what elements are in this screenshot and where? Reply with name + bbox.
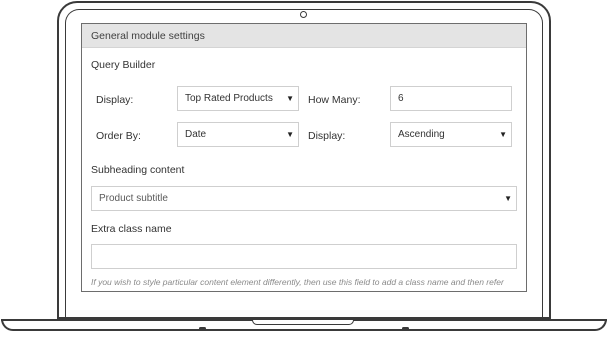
query-builder-title: Query Builder xyxy=(91,59,156,71)
order-display-select-value: Ascending xyxy=(398,129,445,140)
how-many-label: How Many: xyxy=(308,94,361,106)
how-many-value: 6 xyxy=(398,93,404,104)
laptop-notch xyxy=(252,320,354,325)
order-by-select-value: Date xyxy=(185,129,207,140)
laptop-foot-right xyxy=(402,327,409,330)
laptop-foot-left xyxy=(199,327,206,330)
how-many-input[interactable]: 6 xyxy=(390,86,512,111)
chevron-down-icon: ▼ xyxy=(286,94,294,103)
chevron-down-icon: ▼ xyxy=(504,194,512,203)
order-display-label: Display: xyxy=(308,130,346,142)
extra-class-title: Extra class name xyxy=(91,223,172,235)
display-select-value: Top Rated Products xyxy=(185,93,273,104)
subheading-title: Subheading content xyxy=(91,164,185,176)
display-select[interactable]: Top Rated Products ▼ xyxy=(177,86,299,111)
camera-icon xyxy=(300,11,307,18)
subheading-select[interactable]: Product subtitle ▼ xyxy=(91,186,517,211)
order-by-label: Order By: xyxy=(96,130,141,142)
subheading-select-value: Product subtitle xyxy=(99,193,168,204)
chevron-down-icon: ▼ xyxy=(286,130,294,139)
extra-class-input[interactable] xyxy=(91,244,517,269)
display-label: Display: xyxy=(96,94,134,106)
chevron-down-icon: ▼ xyxy=(499,130,507,139)
order-display-select[interactable]: Ascending ▼ xyxy=(390,122,512,147)
order-by-select[interactable]: Date ▼ xyxy=(177,122,299,147)
extra-class-help-text: If you wish to style particular content … xyxy=(91,277,504,287)
panel-title: General module settings xyxy=(82,24,526,48)
settings-panel: General module settings Query Builder Di… xyxy=(81,23,527,292)
